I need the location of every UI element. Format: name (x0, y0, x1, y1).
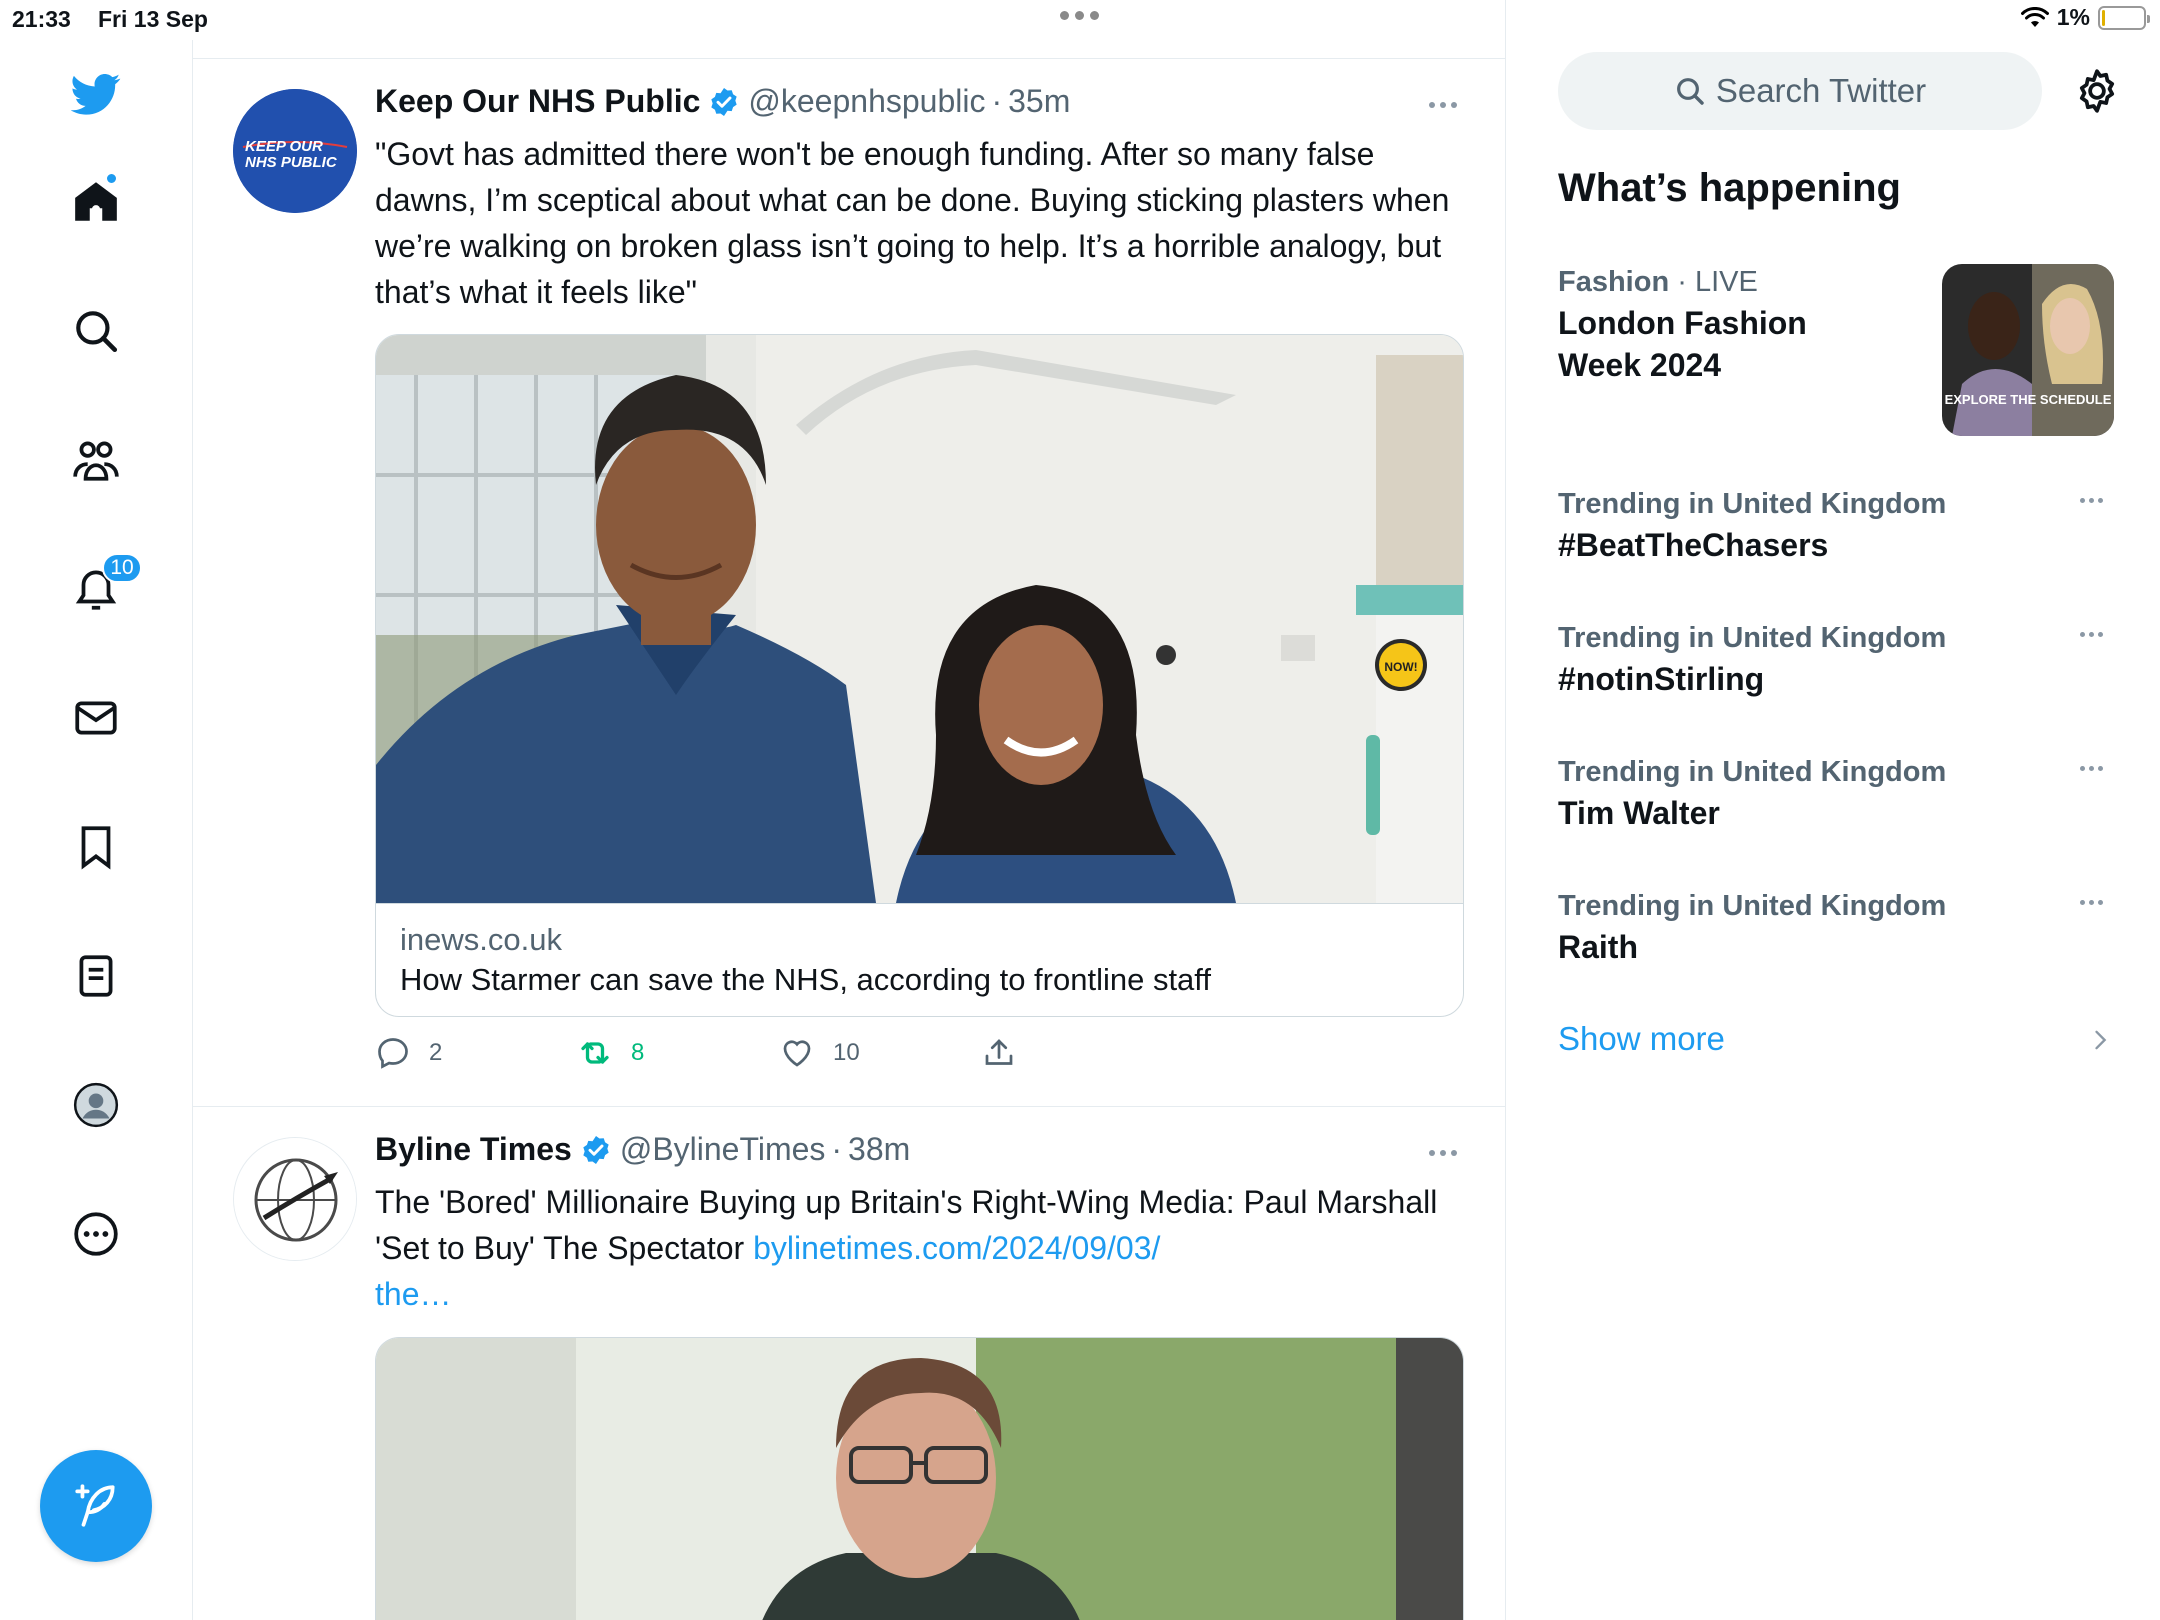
trend-item-2[interactable]: Trending in United Kingdom Tim Walter (1558, 752, 2118, 834)
tweet-more-options[interactable] (1423, 1143, 1463, 1163)
messages-envelope-icon[interactable] (60, 682, 132, 754)
trend-name: Tim Walter (1558, 795, 1720, 831)
search-input[interactable]: Search Twitter (1558, 52, 2042, 130)
verified-badge-icon (711, 87, 738, 116)
timeline: KEEP OUR NHS PUBLIC Keep Our NHS Public … (193, 0, 1506, 1620)
share-button[interactable] (981, 1035, 1035, 1071)
like-button[interactable]: 10 (779, 1035, 981, 1071)
communities-icon[interactable] (60, 424, 132, 496)
feather-plus-icon (75, 1484, 115, 1527)
avatar-keepnhspublic[interactable]: KEEP OUR NHS PUBLIC (233, 89, 357, 213)
home-icon[interactable] (60, 166, 132, 238)
profile-avatar-icon[interactable] (60, 1069, 132, 1141)
featured-name: London Fashion Week 2024 (1558, 305, 1807, 383)
tweet-header: Byline Times @BylineTimes · 38m (375, 1131, 911, 1168)
lists-icon[interactable] (60, 940, 132, 1012)
trend-more-options[interactable] (2080, 628, 2114, 640)
tweet-more-options[interactable] (1423, 95, 1463, 115)
tweet-link-continued[interactable]: the… (375, 1276, 451, 1312)
compose-tweet-button[interactable] (40, 1450, 152, 1562)
author-handle[interactable]: @BylineTimes (620, 1131, 826, 1168)
heart-icon (783, 1040, 811, 1067)
right-sidebar: Search Twitter What’s happening Fashion … (1506, 0, 2160, 1620)
status-time: 21:33 (12, 6, 71, 32)
reply-icon (378, 1038, 408, 1069)
chevron-right-icon (2095, 1030, 2107, 1050)
trend-context: Trending in United Kingdom (1558, 890, 1947, 922)
tweet-text: "Govt has admitted there won't be enough… (375, 136, 1450, 310)
search-placeholder: Search Twitter (1715, 72, 1927, 109)
tweet-text: The 'Bored' Millionaire Buying up Britai… (375, 1179, 1465, 1317)
link-card-title: How Starmer can save the NHS, according … (400, 962, 1211, 997)
trend-item-3[interactable]: Trending in United Kingdom Raith (1558, 886, 2118, 968)
whats-happening-title: What’s happening (1558, 166, 1901, 210)
author-name[interactable]: Keep Our NHS Public (375, 83, 700, 120)
trend-more-options[interactable] (2080, 762, 2114, 774)
trend-name: #notinStirling (1558, 661, 1765, 697)
left-nav: 10 (0, 40, 193, 1620)
sign-text: NOW! (1384, 660, 1417, 674)
link-card[interactable]: NOW! inews.co.uk How Starmer can save th… (375, 334, 1464, 1017)
reply-count: 2 (429, 1039, 443, 1066)
tweet-bylinetimes[interactable]: Byline Times @BylineTimes · 38m The 'Bor… (193, 1107, 1505, 1620)
status-date: Fri 13 Sep (98, 6, 208, 32)
featured-image[interactable]: EXPLORE THE SCHEDULE (1942, 264, 2114, 436)
trend-context: Trending in United Kingdom (1558, 756, 1947, 788)
featured-status: LIVE (1694, 266, 1758, 298)
bookmarks-icon[interactable] (60, 811, 132, 883)
notifications-count-badge: 10 (102, 553, 142, 583)
retweet-icon (581, 1042, 609, 1064)
svg-text:KEEP OUR: KEEP OUR (245, 138, 323, 155)
author-handle[interactable]: @keepnhspublic (748, 83, 985, 120)
featured-image-text: EXPLORE THE SCHEDULE (1945, 392, 2112, 407)
trend-context: Trending in United Kingdom (1558, 488, 1947, 520)
notifications-bell-icon[interactable]: 10 (60, 553, 142, 625)
show-more-link[interactable]: Show more (1558, 1020, 1725, 1058)
retweet-button[interactable]: 8 (577, 1035, 779, 1071)
tweet-header: Keep Our NHS Public @keepnhspublic · 35m (375, 83, 1071, 120)
svg-text:NHS PUBLIC: NHS PUBLIC (245, 154, 338, 171)
verified-badge-icon (583, 1135, 609, 1164)
twitter-logo-icon[interactable] (60, 58, 132, 130)
trend-more-options[interactable] (2080, 896, 2114, 908)
tweet-keepnhspublic[interactable]: KEEP OUR NHS PUBLIC Keep Our NHS Public … (193, 59, 1505, 1106)
gear-icon[interactable] (2072, 66, 2122, 116)
link-card-meta: inews.co.uk How Starmer can save the NHS… (376, 903, 1463, 1016)
tweet-link[interactable]: bylinetimes.com/2024/09/03/ (753, 1230, 1160, 1266)
more-options-icon[interactable] (60, 1198, 132, 1270)
home-unread-dot (105, 172, 118, 185)
trend-item-0[interactable]: Trending in United Kingdom #BeatTheChase… (1558, 484, 2118, 566)
tweet-media-photo[interactable] (375, 1337, 1464, 1620)
trend-context: Trending in United Kingdom (1558, 622, 1947, 654)
link-card-domain: inews.co.uk (400, 922, 562, 957)
trend-item-1[interactable]: Trending in United Kingdom #notinStirlin… (1558, 618, 2118, 700)
search-icon (1676, 78, 1704, 105)
trend-name: #BeatTheChasers (1558, 527, 1829, 563)
featured-category: Fashion (1558, 266, 1670, 298)
reply-button[interactable]: 2 (375, 1035, 577, 1071)
author-name[interactable]: Byline Times (375, 1131, 572, 1168)
share-icon (985, 1039, 1013, 1065)
trend-more-options[interactable] (2080, 494, 2114, 506)
explore-search-icon[interactable] (60, 295, 132, 367)
avatar-bylinetimes[interactable] (233, 1137, 357, 1261)
trend-name: Raith (1558, 929, 1638, 965)
like-count: 10 (833, 1039, 860, 1066)
link-card-photo: NOW! (376, 335, 1463, 903)
tweet-time[interactable]: 35m (1008, 83, 1070, 120)
retweet-count: 8 (631, 1039, 645, 1066)
tweet-actions: 2 8 10 (375, 1035, 1035, 1071)
tweet-time[interactable]: 38m (848, 1131, 910, 1168)
